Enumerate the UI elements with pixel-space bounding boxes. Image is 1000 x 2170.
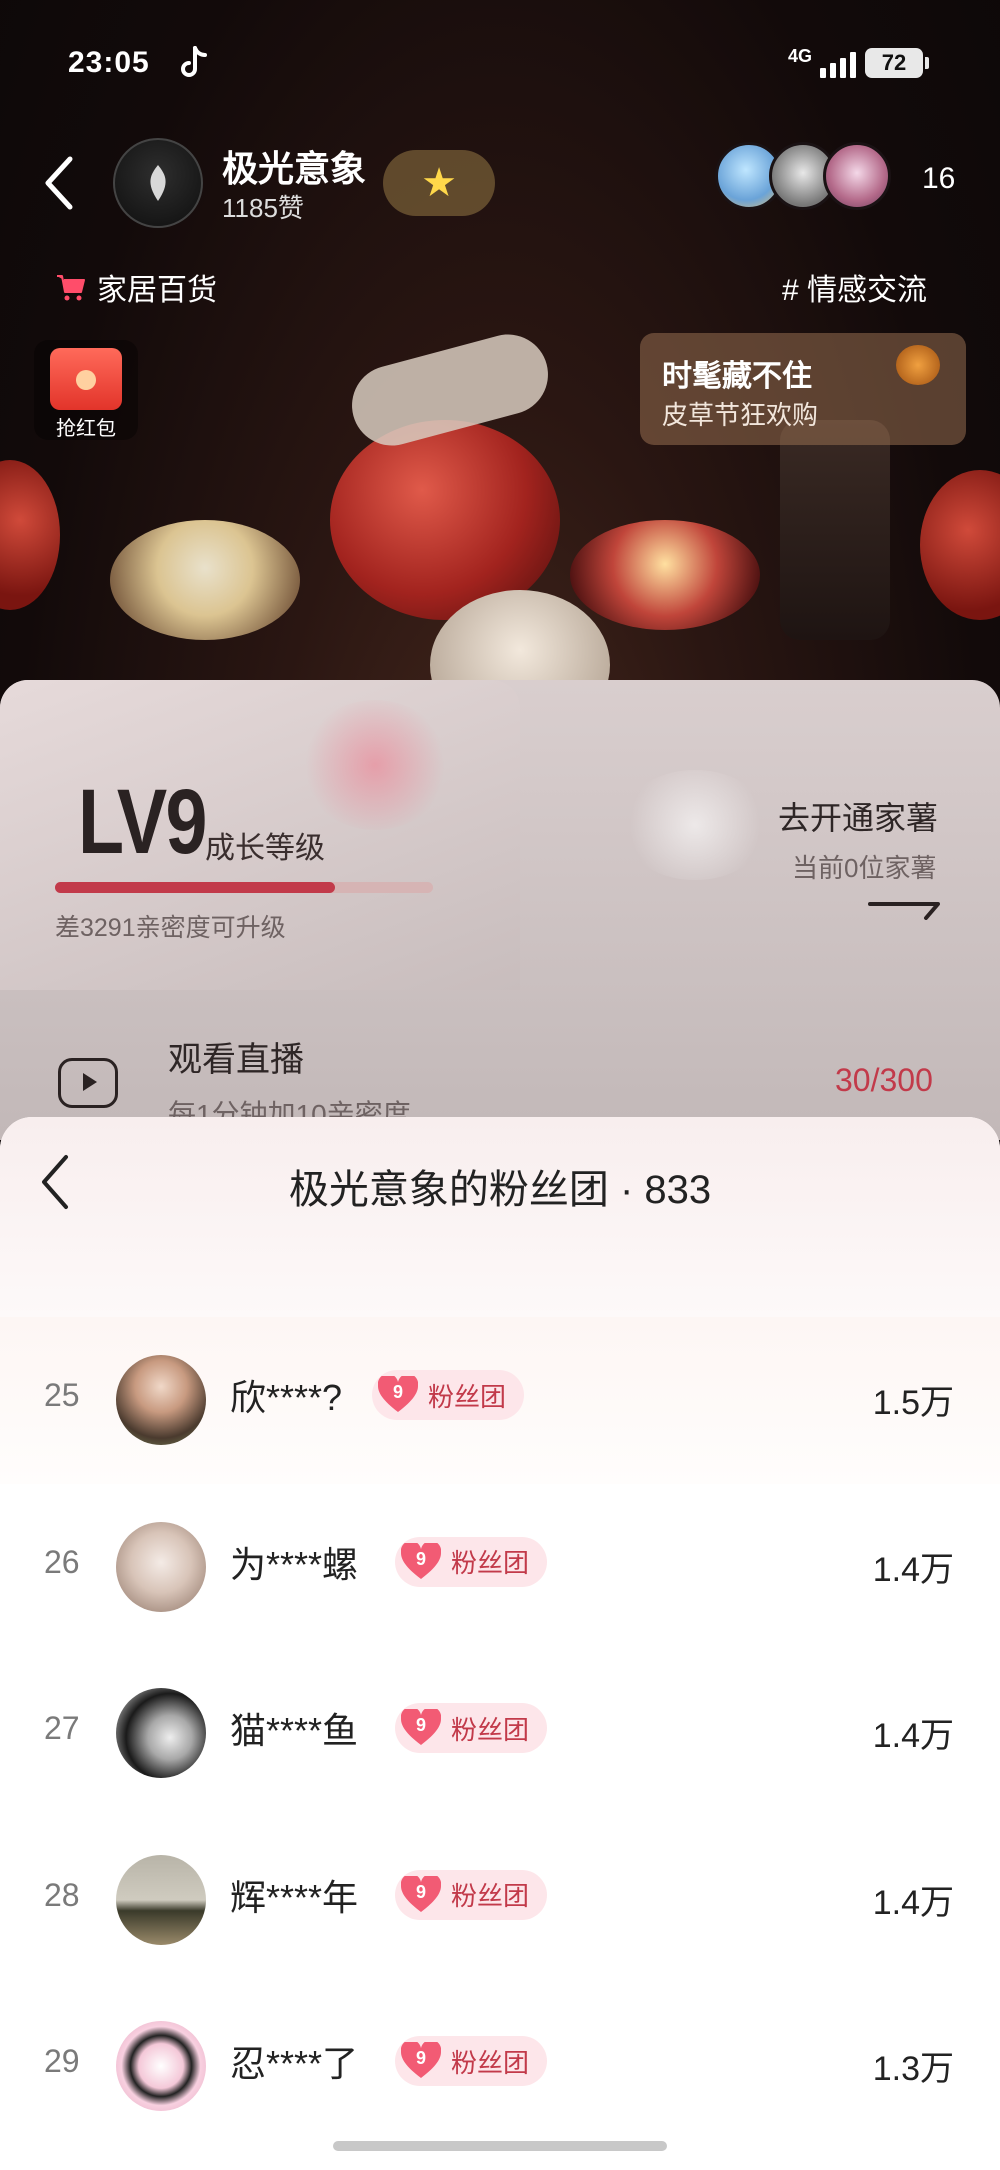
background-apple bbox=[0, 460, 60, 610]
badge-level: 9 bbox=[415, 1548, 426, 1569]
heart-level-icon: 9 bbox=[400, 1540, 442, 1581]
fan-avatar[interactable] bbox=[116, 1688, 206, 1778]
level-hint: 差3291亲密度可升级 bbox=[55, 914, 286, 942]
status-bar: 23:05 4G 72 bbox=[0, 40, 1000, 90]
fan-club-badge: 9 粉丝团 bbox=[395, 1536, 548, 1587]
fan-club-sheet: 极光意象的粉丝团 · 833 25 欣****? 9 粉丝团 1.5万 26 为… bbox=[0, 1117, 1000, 2170]
fan-name[interactable]: 辉****年 bbox=[230, 1869, 358, 1921]
sheet-header: 极光意象的粉丝团 · 833 bbox=[0, 1117, 1000, 1317]
fan-club-badge: 9 粉丝团 bbox=[395, 1703, 548, 1753]
fan-avatar[interactable] bbox=[116, 1355, 206, 1445]
badge-level: 9 bbox=[415, 2048, 426, 2068]
level-number: LV9 bbox=[78, 771, 207, 873]
fan-club-badge: 9 粉丝团 bbox=[395, 2036, 548, 2086]
badge-level: 9 bbox=[415, 1881, 426, 1902]
background-vase bbox=[780, 420, 890, 640]
badge-label: 粉丝团 bbox=[451, 1548, 530, 1578]
heart-level-icon: 9 bbox=[400, 2039, 442, 2080]
fan-row[interactable]: 27 猫****鱼 9 粉丝团 1.4万 bbox=[0, 1650, 1000, 1817]
shop-category-label: 家居百货 bbox=[97, 274, 217, 307]
fan-avatar[interactable] bbox=[116, 2021, 206, 2111]
host-name[interactable]: 极光意象 bbox=[222, 140, 366, 192]
battery-icon: 72 bbox=[865, 48, 929, 78]
heart-level-icon: 9 bbox=[400, 1706, 442, 1747]
fan-row[interactable]: 25 欣****? 9 粉丝团 1.5万 bbox=[0, 1317, 1000, 1484]
fan-row[interactable]: 26 为****螺 9 粉丝团 1.4万 bbox=[0, 1484, 1000, 1651]
fan-name[interactable]: 为****螺 bbox=[230, 1536, 358, 1588]
shop-category-tag[interactable]: 家居百货 bbox=[55, 265, 217, 309]
task-progress: 30/300 bbox=[835, 1062, 933, 1098]
badge-level: 9 bbox=[415, 1715, 426, 1735]
fan-row[interactable]: 28 辉****年 9 粉丝团 1.4万 bbox=[0, 1817, 1000, 1984]
promo-banner[interactable]: 时髦藏不住 皮草节狂欢购 bbox=[640, 333, 966, 445]
fan-rank: 25 bbox=[44, 1377, 80, 1413]
arrow-right-icon[interactable] bbox=[868, 898, 944, 920]
fan-rank: 28 bbox=[44, 1876, 80, 1913]
fan-name[interactable]: 欣****? bbox=[230, 1369, 342, 1421]
badge-label: 粉丝团 bbox=[451, 1881, 530, 1911]
fan-club-badge: 9 粉丝团 bbox=[395, 1869, 548, 1920]
fan-score: 1.4万 bbox=[872, 1883, 954, 1922]
level-label: 成长等级 bbox=[205, 832, 325, 865]
guard-subtitle: 当前0位家薯 bbox=[792, 853, 937, 883]
heart-level-icon: 9 bbox=[377, 1373, 419, 1414]
level-progress-bar bbox=[55, 882, 433, 893]
fan-avatar[interactable] bbox=[116, 1521, 206, 1612]
network-type: 4G bbox=[788, 46, 813, 66]
host-likes: 1185赞 bbox=[222, 193, 304, 223]
fan-name[interactable]: 猫****鱼 bbox=[230, 1702, 358, 1754]
fan-score: 1.4万 bbox=[872, 1550, 954, 1589]
promo-title: 时髦藏不住 bbox=[662, 360, 812, 393]
level-progress-fill bbox=[55, 882, 335, 893]
fan-name[interactable]: 忍****了 bbox=[230, 2035, 358, 2087]
host-logo-icon bbox=[150, 165, 166, 201]
shopping-cart-icon bbox=[57, 275, 85, 301]
fan-score: 1.5万 bbox=[872, 1384, 954, 1422]
badge-level: 9 bbox=[392, 1382, 403, 1402]
badge-label: 粉丝团 bbox=[451, 2047, 530, 2078]
fan-score: 1.3万 bbox=[872, 2050, 954, 2088]
fan-avatar[interactable] bbox=[116, 1854, 206, 1945]
promo-thumbnail bbox=[896, 345, 940, 385]
fan-rank: 29 bbox=[44, 2043, 80, 2079]
fan-score: 1.4万 bbox=[872, 1717, 954, 1755]
background-lotus-candle bbox=[110, 520, 300, 640]
promo-subtitle: 皮草节狂欢购 bbox=[662, 400, 819, 430]
red-packet-label: 抢红包 bbox=[56, 418, 116, 440]
fan-list: 25 欣****? 9 粉丝团 1.5万 26 为****螺 9 粉丝团 1.4… bbox=[0, 1317, 1000, 2150]
heart-decoration bbox=[300, 700, 450, 830]
viewer-avatars[interactable] bbox=[715, 142, 891, 210]
background-apple bbox=[920, 470, 1000, 620]
fan-rank: 26 bbox=[44, 1543, 80, 1580]
red-packet-icon bbox=[50, 348, 122, 410]
sheet-title: 极光意象的粉丝团 · 833 bbox=[288, 1168, 712, 1212]
fan-row[interactable]: 29 忍****了 9 粉丝团 1.3万 bbox=[0, 1983, 1000, 2150]
star-planet-icon[interactable]: ★ bbox=[383, 150, 495, 216]
home-indicator[interactable] bbox=[333, 2141, 667, 2151]
topic-tag[interactable]: # 情感交流 bbox=[782, 265, 927, 309]
status-time: 23:05 bbox=[68, 46, 150, 79]
guard-decoration bbox=[620, 770, 770, 880]
viewer-avatar[interactable] bbox=[823, 142, 891, 210]
fan-rank: 27 bbox=[44, 1710, 80, 1746]
fan-club-badge: 9 粉丝团 bbox=[372, 1370, 525, 1420]
guard-title[interactable]: 去开通家薯 bbox=[778, 793, 938, 839]
signal-icon bbox=[820, 52, 856, 78]
task-title: 观看直播 bbox=[168, 1041, 304, 1079]
background-lotus-candle bbox=[570, 520, 760, 630]
badge-label: 粉丝团 bbox=[428, 1381, 507, 1412]
host-avatar[interactable] bbox=[113, 138, 203, 228]
red-packet-button[interactable]: 抢红包 bbox=[34, 340, 138, 440]
play-video-icon bbox=[58, 1058, 118, 1108]
back-icon[interactable] bbox=[40, 155, 76, 211]
heart-level-icon: 9 bbox=[400, 1873, 442, 1914]
viewer-count[interactable]: 16 bbox=[922, 162, 955, 196]
badge-label: 粉丝团 bbox=[451, 1714, 530, 1745]
tiktok-icon bbox=[181, 46, 207, 77]
